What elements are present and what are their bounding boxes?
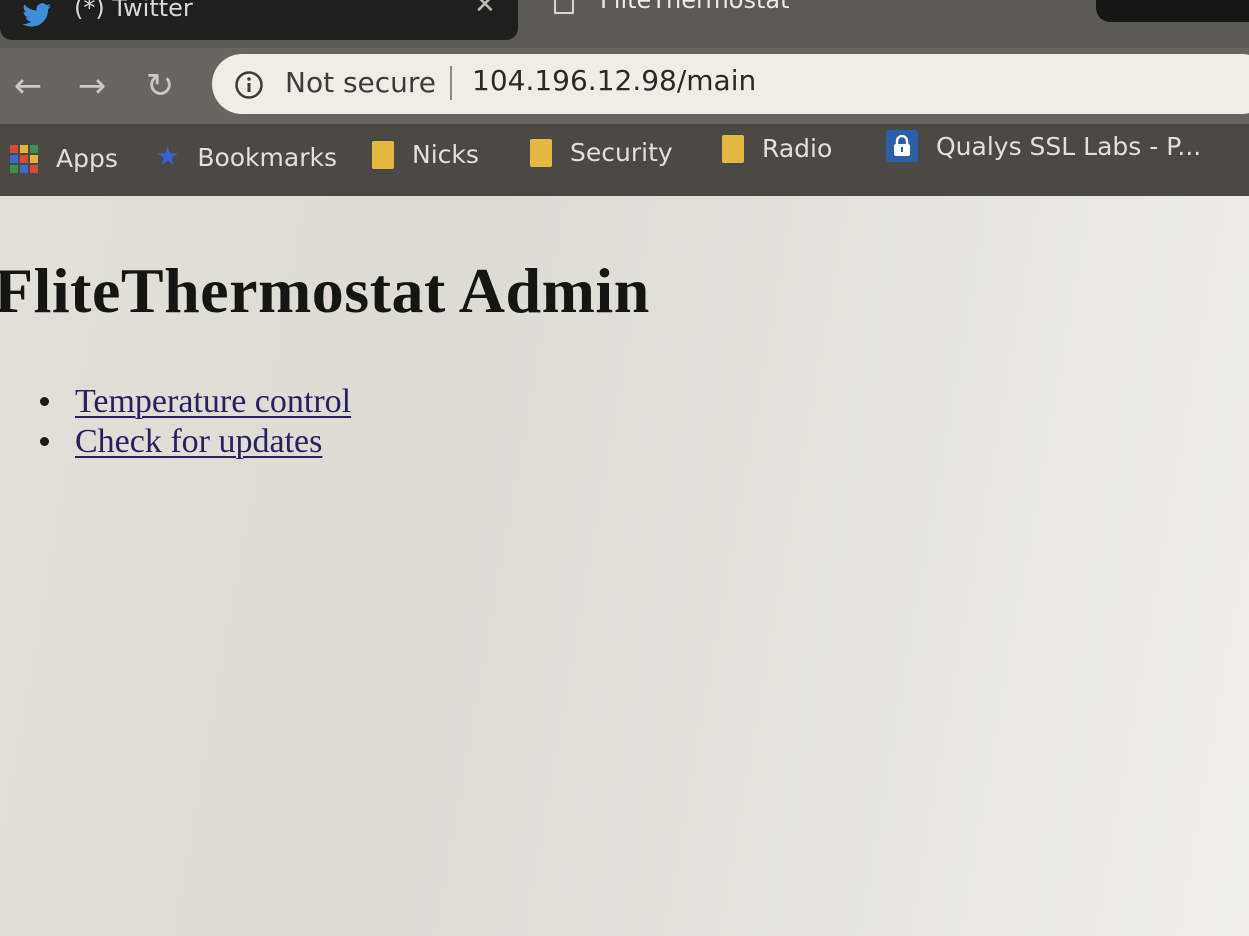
folder-icon	[722, 134, 744, 163]
toolbar: ← → ↻ Not secure 104.196.12.98/main	[0, 48, 1249, 130]
reload-button[interactable]: ↻	[140, 66, 180, 106]
bookmark-label: Bookmarks	[197, 142, 337, 172]
close-icon[interactable]: ✕	[474, 0, 496, 20]
lock-icon	[886, 130, 918, 162]
bookmark-label: Nicks	[412, 140, 479, 169]
tab-twitter[interactable]: (*) Twitter ✕	[0, 0, 518, 40]
apps-grid-icon	[10, 144, 38, 173]
tab-title: (*) Twitter	[74, 0, 193, 22]
temperature-control-link[interactable]: Temperature control	[75, 382, 351, 422]
bookmarks-bar: Apps ★ Bookmarks Nicks Security Radio Qu…	[0, 124, 1249, 196]
window-controls-area	[1096, 0, 1249, 22]
page-content: FliteThermostat Admin Temperature contro…	[0, 196, 1249, 936]
check-for-updates-link[interactable]: Check for updates	[75, 422, 322, 462]
address-bar[interactable]: Not secure 104.196.12.98/main	[212, 54, 1249, 114]
bookmark-label: Security	[570, 138, 673, 167]
security-status[interactable]: Not secure	[285, 66, 436, 99]
star-icon: ★	[156, 142, 180, 172]
bookmark-label: Apps	[56, 144, 118, 173]
info-icon[interactable]	[234, 70, 264, 100]
twitter-bird-icon	[22, 3, 51, 27]
url-separator	[450, 66, 452, 100]
folder-icon	[372, 140, 394, 169]
bookmark-label: Radio	[762, 134, 833, 163]
tab-strip: (*) Twitter ✕ FliteThermostat	[0, 0, 1249, 48]
bookmark-security[interactable]: Security	[530, 138, 673, 167]
bookmark-nicks[interactable]: Nicks	[372, 140, 479, 169]
bookmark-radio[interactable]: Radio	[722, 134, 832, 163]
page-title: FliteThermostat Admin	[0, 255, 650, 326]
page-icon	[554, 0, 574, 14]
bookmark-qualys[interactable]: Qualys SSL Labs - P...	[886, 130, 1201, 162]
bookmark-bookmarks[interactable]: ★ Bookmarks	[156, 142, 337, 172]
back-button[interactable]: ←	[8, 66, 48, 106]
tab-title: FliteThermostat	[600, 0, 790, 14]
bookmark-apps[interactable]: Apps	[10, 144, 118, 173]
bookmark-label: Qualys SSL Labs - P...	[936, 131, 1202, 161]
url-text[interactable]: 104.196.12.98/main	[472, 64, 756, 97]
browser-window: (*) Twitter ✕ FliteThermostat ← → ↻ Not …	[0, 0, 1249, 936]
forward-button[interactable]: →	[72, 66, 112, 106]
tab-flitethermostat[interactable]: FliteThermostat	[540, 0, 1080, 40]
bullet-icon	[40, 437, 49, 446]
folder-icon	[530, 138, 552, 167]
bullet-icon	[40, 397, 49, 406]
